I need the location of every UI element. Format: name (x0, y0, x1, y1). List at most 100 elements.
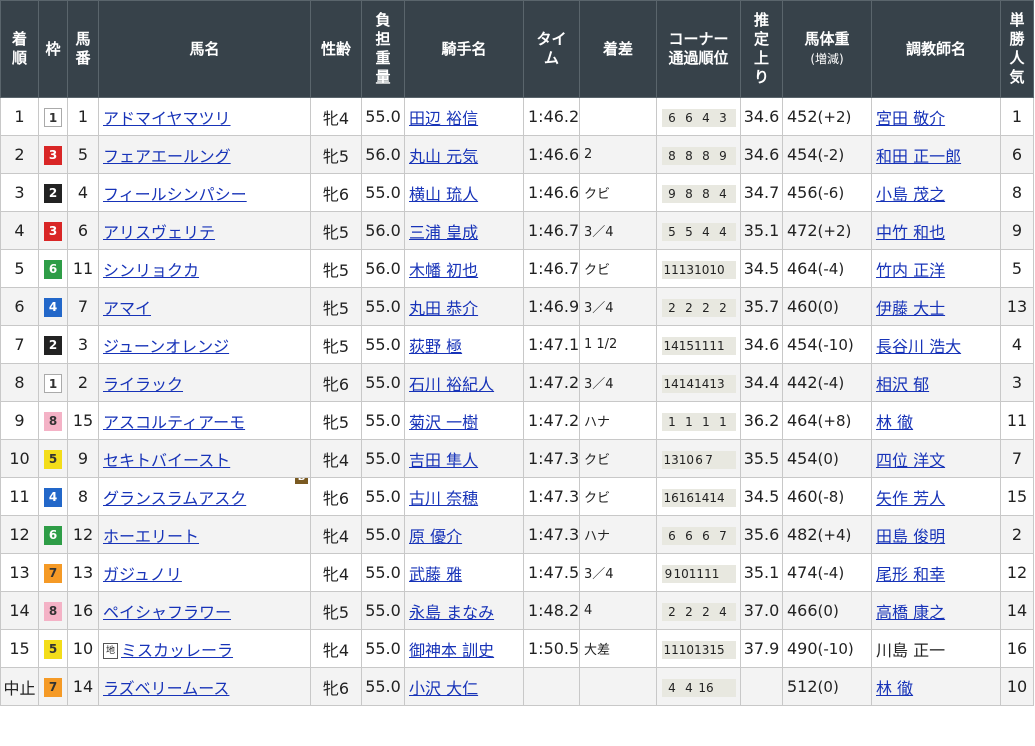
corner-pos: 8 (685, 186, 693, 201)
trainer-name-link[interactable]: 林 徹 (876, 413, 913, 432)
body-weight-cell: 482(+4) (782, 515, 872, 554)
body-weight-value: 490 (787, 639, 818, 658)
sexage-value: 牝5 (322, 412, 350, 432)
horse-name-link[interactable]: ラズベリームース (103, 679, 229, 698)
waku-cell: 3 (38, 135, 68, 174)
col-header-waku: 枠 (38, 0, 68, 98)
margin-cell (579, 97, 657, 136)
popularity-cell: 7 (1000, 439, 1034, 478)
header-waku-label: 枠 (45, 39, 61, 58)
jockey-name-link[interactable]: 三浦 皇成 (409, 223, 478, 242)
horse-name-link[interactable]: アドマイヤマツリ (103, 109, 231, 128)
jockey-cell: 丸田 恭介 (404, 287, 524, 326)
jockey-name-link[interactable]: 丸田 恭介 (409, 299, 478, 318)
waku-badge: 8 (44, 601, 62, 621)
jockey-name-link[interactable]: 小沢 大仁 (409, 679, 478, 698)
margin-cell: 3／4 (579, 363, 657, 402)
trainer-name-link[interactable]: 伊藤 大士 (876, 299, 945, 318)
horse-name-link[interactable]: シンリョクカ (103, 261, 199, 280)
trainer-name-link[interactable]: 宮田 敬介 (876, 109, 945, 128)
popularity-value: 14 (1006, 601, 1028, 620)
trainer-name-link[interactable]: 和田 正一郎 (876, 147, 961, 166)
horse-name-link[interactable]: フィールシンパシー (103, 185, 247, 204)
horse-name-link[interactable]: セキトバイースト (103, 451, 230, 470)
umaban-cell: 9 (67, 439, 99, 478)
trainer-name-link[interactable]: 高橋 康之 (876, 603, 945, 622)
jockey-name-link[interactable]: 石川 裕紀人 (409, 375, 494, 394)
horse-name-link[interactable]: アリスヴェリテ (103, 223, 215, 242)
trainer-name-link[interactable]: 小島 茂之 (876, 185, 945, 204)
corner-pos: 9 (719, 148, 727, 163)
jockey-name-link[interactable]: 菊沢 一樹 (409, 413, 478, 432)
burden-cell: 55.0 (361, 173, 405, 212)
horse-name-link[interactable]: グランスラムアスク (103, 489, 246, 508)
popularity-cell: 10 (1000, 667, 1034, 706)
horse-name-link[interactable]: アスコルティアーモ (103, 413, 245, 432)
sexage-cell: 牝5 (310, 135, 362, 174)
table-row: 15 5 10 地ミスカッレーラ 牝4 55.0 御神本 訓史 1:50.5 大… (0, 629, 1034, 668)
sexage-value: 牝5 (322, 222, 350, 242)
rank-cell: 2 (0, 135, 39, 174)
corner-pos: 6 (702, 528, 710, 543)
jockey-name-link[interactable]: 吉田 隼人 (409, 451, 478, 470)
umaban-value: 5 (77, 145, 89, 164)
umaban-cell: 8 (67, 477, 99, 516)
horse-cell: セキトバイースト (98, 439, 311, 478)
header-burden-label: 負担重量 (375, 11, 391, 86)
trainer-name-link[interactable]: 四位 洋文 (876, 451, 945, 470)
agari-cell: 37.0 (740, 591, 783, 630)
jockey-name-link[interactable]: 木幡 初也 (409, 261, 478, 280)
trainer-cell: 和田 正一郎 (871, 135, 1001, 174)
horse-cell: ガジュノリ (98, 553, 311, 592)
rank-value: 3 (14, 183, 25, 202)
horse-cell: ペイシャフラワー (98, 591, 311, 630)
jockey-name-link[interactable]: 武藤 雅 (409, 565, 462, 584)
horse-name-link[interactable]: アマイ (103, 299, 151, 318)
sexage-value: 牝4 (322, 108, 350, 128)
trainer-name-link[interactable]: 田島 俊明 (876, 527, 945, 546)
horse-name-link[interactable]: ガジュノリ (103, 565, 182, 584)
trainer-name-link[interactable]: 長谷川 浩大 (876, 337, 961, 356)
time-value: 1:50.5 (528, 639, 580, 658)
jockey-name-link[interactable]: 永島 まなみ (409, 603, 494, 622)
col-header-burden: 負担重量 (361, 0, 405, 98)
horse-name-link[interactable]: ホーエリート (103, 527, 199, 546)
agari-value: 34.6 (743, 107, 780, 126)
corner-pos: 13 (694, 642, 710, 657)
horse-name-link[interactable]: ライラック (103, 375, 183, 394)
body-weight-value: 482 (787, 525, 818, 544)
jockey-name-link[interactable]: 古川 奈穂 (409, 489, 478, 508)
corner-positions: 13106 7 (661, 450, 736, 469)
waku-badge: 1 (44, 373, 62, 393)
horse-name-link[interactable]: ペイシャフラワー (103, 603, 231, 622)
body-weight-diff: (-10) (817, 640, 854, 658)
trainer-name-link[interactable]: 竹内 正洋 (876, 261, 945, 280)
jockey-name-link[interactable]: 荻野 極 (409, 337, 462, 356)
body-weight-cell: 474(-4) (782, 553, 872, 592)
jockey-name-link[interactable]: 丸山 元気 (409, 147, 478, 166)
trainer-cell: 矢作 芳人 (871, 477, 1001, 516)
burden-cell: 55.0 (361, 591, 405, 630)
trainer-name-link[interactable]: 林 徹 (876, 679, 913, 698)
horse-name-link[interactable]: フェアエールング (103, 147, 231, 166)
trainer-name-link[interactable]: 矢作 芳人 (876, 489, 945, 508)
jockey-name-link[interactable]: 田辺 裕信 (409, 109, 478, 128)
trainer-name-link[interactable]: 相沢 郁 (876, 375, 929, 394)
jockey-name-link[interactable]: 横山 琉人 (409, 185, 478, 204)
agari-cell: 34.6 (740, 135, 783, 174)
trainer-name-link[interactable]: 尾形 和幸 (876, 565, 945, 584)
corner-positions: 2222 (661, 298, 736, 317)
body-weight-value: 512 (787, 677, 818, 696)
jockey-name-link[interactable]: 御神本 訓史 (409, 641, 494, 660)
trainer-name-link[interactable]: 中竹 和也 (876, 223, 945, 242)
popularity-cell: 11 (1000, 401, 1034, 440)
time-value: 1:47.3 (528, 487, 580, 506)
body-weight-value: 464 (787, 411, 818, 430)
body-weight-cell: 512(0) (782, 667, 872, 706)
umaban-cell: 6 (67, 211, 99, 250)
horse-name-link[interactable]: ミスカッレーラ (121, 641, 233, 660)
horse-name-link[interactable]: ジューンオレンジ (103, 337, 229, 356)
agari-cell: 34.6 (740, 325, 783, 364)
jockey-name-link[interactable]: 原 優介 (409, 527, 462, 546)
rank-cell: 4 (0, 211, 39, 250)
